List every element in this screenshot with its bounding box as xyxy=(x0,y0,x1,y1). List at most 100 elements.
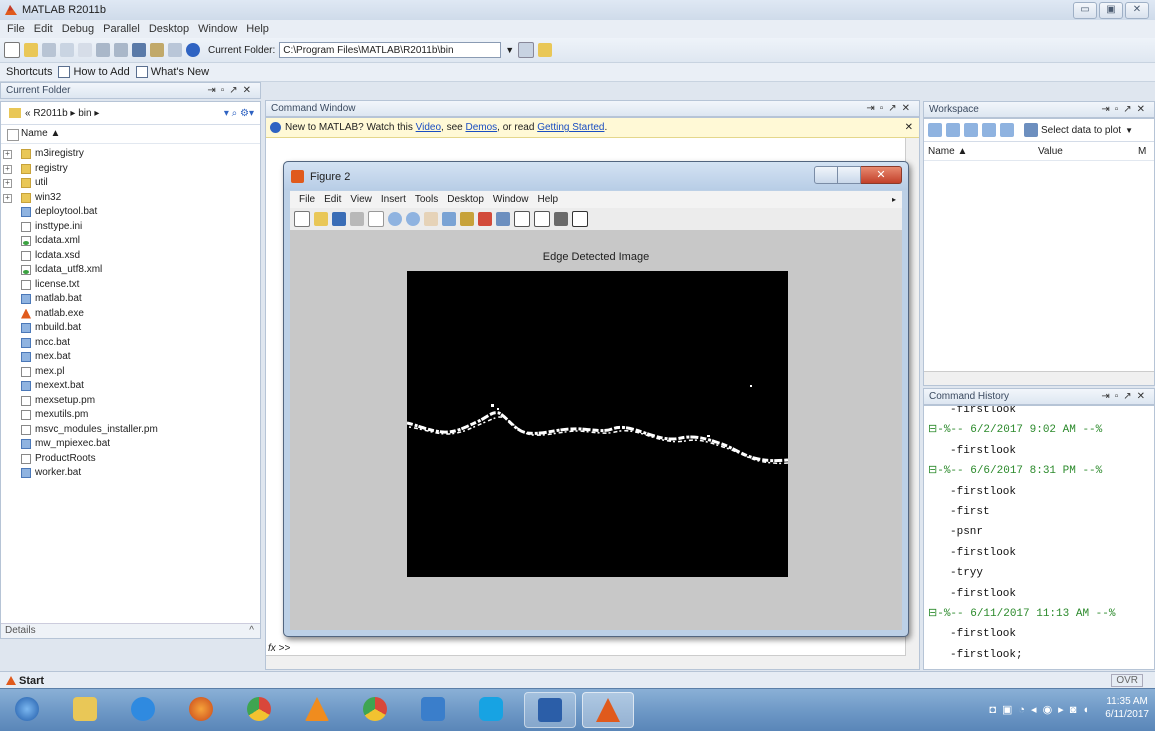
file-list-item[interactable]: insttype.ini xyxy=(15,220,260,235)
fig-menu-file[interactable]: File xyxy=(299,194,315,205)
how-to-add-link[interactable]: How to Add xyxy=(73,66,129,78)
brush-icon[interactable] xyxy=(478,212,492,226)
maximize-button[interactable]: ▣ xyxy=(1099,2,1123,19)
menu-desktop[interactable]: Desktop xyxy=(149,23,189,35)
open-file-icon[interactable] xyxy=(314,212,328,226)
taskbar-chrome[interactable] xyxy=(234,692,284,726)
new-file-icon[interactable] xyxy=(4,42,20,58)
fig-menu-tools[interactable]: Tools xyxy=(415,194,438,205)
panel-controls[interactable]: ⇥▫↗✕ xyxy=(207,83,256,98)
ws-col-name[interactable]: Name ▲ xyxy=(928,146,1038,157)
panel-controls[interactable]: ⇥▫↗✕ xyxy=(1101,102,1150,117)
fig-menu-insert[interactable]: Insert xyxy=(381,194,406,205)
show-tools-icon[interactable] xyxy=(572,211,588,227)
history-session-header[interactable]: ⊟-%-- 6/6/2017 8:31 PM --% xyxy=(928,461,1154,481)
link-icon[interactable] xyxy=(496,212,510,226)
file-list-item[interactable]: ProductRoots xyxy=(15,452,260,467)
menu-edit[interactable]: Edit xyxy=(34,23,53,35)
minimize-button[interactable]: ▭ xyxy=(1073,2,1097,19)
file-list-item[interactable]: + registry xyxy=(3,162,260,177)
close-button[interactable]: ✕ xyxy=(1125,2,1149,19)
menu-debug[interactable]: Debug xyxy=(62,23,94,35)
close-notice-icon[interactable]: ✕ xyxy=(905,118,913,137)
select-data-to-plot[interactable]: Select data to plot xyxy=(1041,125,1121,136)
chevron-down-icon[interactable]: ▼ xyxy=(505,45,514,55)
fig-menu-view[interactable]: View xyxy=(350,194,372,205)
help-icon[interactable] xyxy=(186,43,200,57)
system-tray-icons[interactable]: ◘▣◔◂◉▸◙◖ xyxy=(989,703,1095,716)
figure-maximize-button[interactable] xyxy=(838,166,861,184)
taskbar-ie[interactable] xyxy=(118,692,168,726)
legend-icon[interactable] xyxy=(534,211,550,227)
chevron-down-icon[interactable]: ▼ xyxy=(1125,126,1133,135)
file-list-item[interactable]: license.txt xyxy=(15,278,260,293)
copy-icon[interactable] xyxy=(60,43,74,57)
taskbar-explorer[interactable] xyxy=(60,692,110,726)
ws-col-value[interactable]: Value xyxy=(1038,146,1138,157)
horizontal-scrollbar[interactable] xyxy=(266,655,919,669)
new-figure-icon[interactable] xyxy=(294,211,310,227)
history-entry[interactable]: -firstlook xyxy=(928,441,1154,461)
cut-icon[interactable] xyxy=(42,43,56,57)
file-list-item[interactable]: matlab.exe xyxy=(15,307,260,322)
chevron-up-icon[interactable]: ^ xyxy=(249,624,254,638)
file-list-item[interactable]: mbuild.bat xyxy=(15,321,260,336)
simulink-icon[interactable] xyxy=(132,43,146,57)
windows-start-orb[interactable] xyxy=(6,692,48,726)
file-list-item[interactable]: worker.bat xyxy=(15,466,260,481)
file-list-item[interactable]: matlab.bat xyxy=(15,292,260,307)
undo-icon[interactable] xyxy=(96,43,110,57)
folder-breadcrumb[interactable]: « R2011b ▸ bin ▸ xyxy=(25,108,99,119)
history-entry[interactable]: -firstlook xyxy=(928,624,1154,644)
command-prompt[interactable]: fx >> xyxy=(268,643,290,654)
start-button[interactable]: Start xyxy=(19,675,44,687)
file-list-item[interactable]: + util xyxy=(3,176,260,191)
redo-icon[interactable] xyxy=(114,43,128,57)
history-session-header[interactable]: ⊟-%-- 6/11/2017 11:13 AM --% xyxy=(928,604,1154,624)
fig-menu-edit[interactable]: Edit xyxy=(324,194,341,205)
file-list-item[interactable]: mcc.bat xyxy=(15,336,260,351)
plot-icon[interactable] xyxy=(1024,123,1038,137)
whats-new-link[interactable]: What's New xyxy=(151,66,209,78)
history-entry[interactable]: -firstlook xyxy=(928,543,1154,563)
taskbar-chrome-2[interactable] xyxy=(350,692,400,726)
expand-icon[interactable]: + xyxy=(3,150,12,159)
taskbar-firefox[interactable] xyxy=(176,692,226,726)
file-list-item[interactable]: lcdata.xsd xyxy=(15,249,260,264)
save-icon[interactable] xyxy=(332,212,346,226)
current-folder-input[interactable]: C:\Program Files\MATLAB\R2011b\bin xyxy=(279,42,502,58)
pointer-icon[interactable] xyxy=(368,211,384,227)
search-icon[interactable]: ▾ ⌕ ⚙▾ xyxy=(224,108,254,119)
history-session-header[interactable]: ⊟-%-- 6/2/2017 9:02 AM --% xyxy=(928,420,1154,440)
hide-tools-icon[interactable] xyxy=(554,212,568,226)
menu-arrow-icon[interactable]: ▸ xyxy=(892,195,896,204)
name-column-header[interactable]: Name ▲ xyxy=(1,125,260,144)
file-list-item[interactable]: mex.pl xyxy=(15,365,260,380)
zoom-in-icon[interactable] xyxy=(388,212,402,226)
open-folder-icon[interactable] xyxy=(24,43,38,57)
print-workspace-icon[interactable] xyxy=(1000,123,1014,137)
print-icon[interactable] xyxy=(350,212,364,226)
file-list-item[interactable]: mexext.bat xyxy=(15,379,260,394)
browse-folder-icon[interactable] xyxy=(518,42,535,58)
workspace-scrollbar[interactable] xyxy=(924,371,1154,385)
fig-menu-window[interactable]: Window xyxy=(493,194,529,205)
fig-menu-desktop[interactable]: Desktop xyxy=(447,194,484,205)
import-data-icon[interactable] xyxy=(964,123,978,137)
fig-menu-help[interactable]: Help xyxy=(538,194,559,205)
file-list-item[interactable]: msvc_modules_installer.pm xyxy=(15,423,260,438)
menu-window[interactable]: Window xyxy=(198,23,237,35)
file-list-item[interactable]: lcdata.xml xyxy=(15,234,260,249)
file-list-item[interactable]: mexsetup.pm xyxy=(15,394,260,409)
details-panel[interactable]: Details ^ xyxy=(1,623,260,638)
history-entry[interactable]: -first xyxy=(928,502,1154,522)
profiler-icon[interactable] xyxy=(168,43,182,57)
panel-controls[interactable]: ⇥▫↗✕ xyxy=(1101,389,1150,404)
expand-icon[interactable]: + xyxy=(3,193,12,203)
guide-icon[interactable] xyxy=(150,43,164,57)
new-variable-icon[interactable] xyxy=(928,123,942,137)
open-variable-icon[interactable] xyxy=(946,123,960,137)
clock[interactable]: 11:35 AM 6/11/2017 xyxy=(1105,695,1149,721)
colorbar-icon[interactable] xyxy=(514,211,530,227)
menu-parallel[interactable]: Parallel xyxy=(103,23,140,35)
